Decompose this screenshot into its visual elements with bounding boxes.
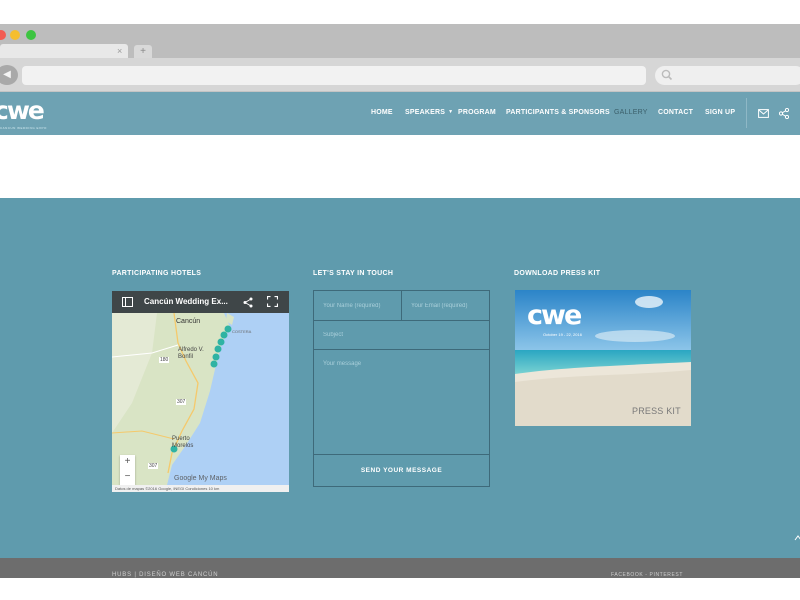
- map-title: Cancún Wedding Ex...: [144, 297, 228, 306]
- logo-text: cwe: [0, 96, 45, 125]
- map-label-cancun: Cancún: [176, 318, 201, 325]
- email-field[interactable]: [401, 290, 490, 321]
- search-icon: [661, 69, 673, 81]
- address-bar[interactable]: [22, 66, 646, 85]
- nav-gallery[interactable]: GALLERY: [614, 109, 648, 116]
- nav-sign-up[interactable]: SIGN UP: [705, 109, 735, 116]
- map-attribution: Datos de mapas ©2016 Google, INEGI Condi…: [112, 485, 289, 492]
- page-bottom-strip: [0, 578, 800, 600]
- hotels-map[interactable]: Cancún Wedding Ex... Cancún Alfredo V. B…: [112, 291, 289, 492]
- press-kit-download[interactable]: cwe October 19 - 22, 2016 PRESS KIT: [515, 290, 691, 426]
- map-label-bonfil: Alfredo V. Bonfil: [178, 347, 204, 360]
- map-sidebar-icon[interactable]: [122, 297, 133, 307]
- map-road-label: 180: [159, 357, 170, 363]
- nav-divider: [746, 98, 747, 128]
- send-message-button[interactable]: SEND YOUR MESSAGE: [313, 454, 490, 487]
- press-kit-label: PRESS KIT: [632, 406, 681, 416]
- map-land: [112, 313, 234, 485]
- scroll-to-top-icon[interactable]: [794, 534, 800, 542]
- tab-close-icon[interactable]: ×: [117, 44, 122, 58]
- maximize-window-button[interactable]: [26, 30, 36, 40]
- chevron-down-icon: ▼: [448, 109, 454, 116]
- map-label-puerto-morelos: Puerto Morelos: [172, 436, 194, 449]
- site-logo[interactable]: cwe: [0, 96, 45, 125]
- subject-field[interactable]: [313, 320, 490, 350]
- nav-home[interactable]: HOME: [371, 109, 393, 116]
- mail-icon[interactable]: [758, 109, 769, 118]
- name-field[interactable]: [313, 290, 402, 321]
- browser-titlebar: [0, 24, 800, 44]
- message-field[interactable]: [313, 349, 490, 455]
- map-titlebar: Cancún Wedding Ex...: [112, 291, 289, 313]
- nav-participants-sponsors[interactable]: PARTICIPANTS & SPONSORS: [506, 109, 610, 116]
- hotels-heading: PARTICIPATING HOTELS: [112, 270, 202, 277]
- press-kit-logo: cwe: [527, 300, 582, 331]
- contact-form: SEND YOUR MESSAGE: [313, 290, 490, 487]
- zoom-out-button[interactable]: −: [120, 470, 135, 485]
- map-share-icon[interactable]: [243, 297, 253, 308]
- contact-heading: LET'S STAY IN TOUCH: [313, 270, 394, 277]
- browser-search-field[interactable]: [655, 66, 800, 85]
- minimize-window-button[interactable]: [10, 30, 20, 40]
- map-fullscreen-icon[interactable]: [267, 296, 278, 307]
- nav-speakers[interactable]: SPEAKERS ▼: [405, 109, 453, 116]
- google-my-maps-logo[interactable]: Google My Maps: [174, 475, 227, 482]
- new-tab-button[interactable]: +: [134, 45, 152, 58]
- map-road-label: 307: [176, 399, 187, 405]
- zoom-in-button[interactable]: +: [120, 455, 135, 470]
- logo-tagline: CANCUN WEDDING EXPO: [0, 126, 47, 130]
- press-kit-heading: DOWNLOAD PRESS KIT: [514, 270, 601, 277]
- browser-tab[interactable]: [0, 44, 128, 58]
- map-road-label: 307: [148, 463, 159, 469]
- nav-contact[interactable]: CONTACT: [658, 109, 693, 116]
- press-kit-date: October 19 - 22, 2016: [543, 332, 582, 337]
- map-label-costera: COSTERA: [232, 329, 252, 334]
- nav-program[interactable]: PROGRAM: [458, 109, 496, 116]
- nav-speakers-label: SPEAKERS: [405, 109, 446, 116]
- share-icon[interactable]: [779, 108, 789, 119]
- map-zoom-control: + −: [120, 455, 135, 485]
